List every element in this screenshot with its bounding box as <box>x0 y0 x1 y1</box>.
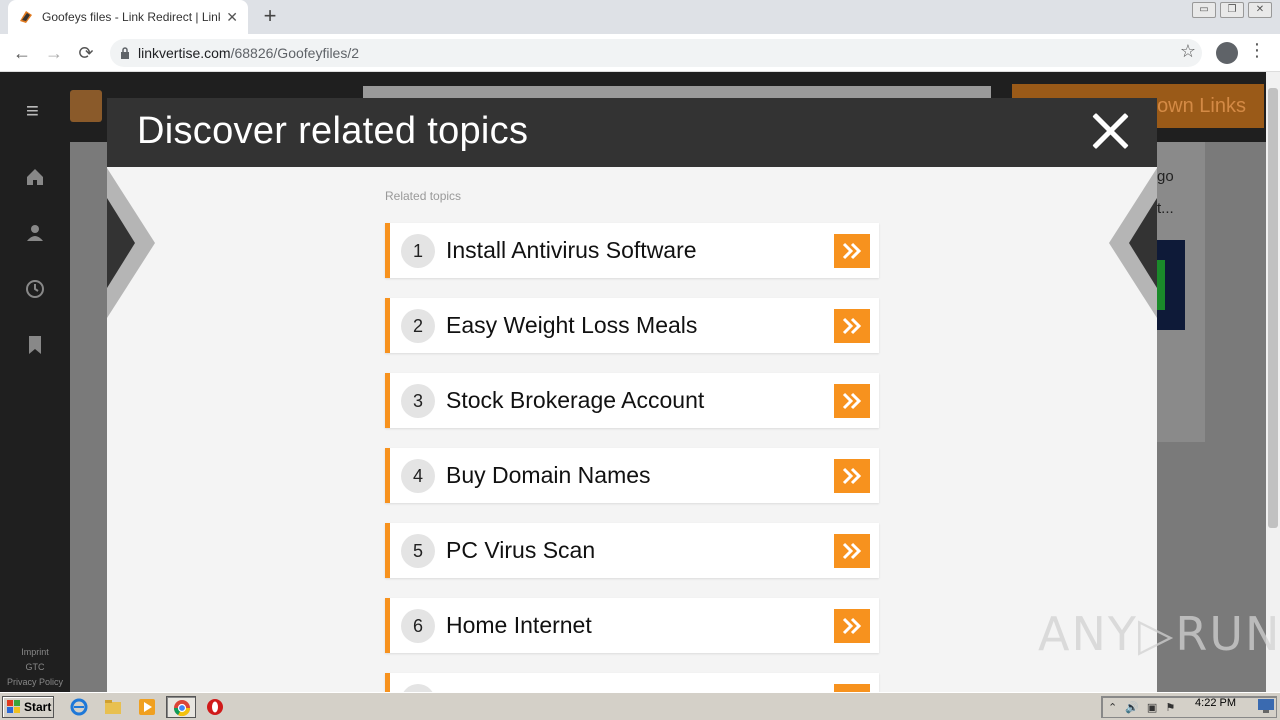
linkvertise-favicon-icon <box>18 9 34 25</box>
bookmark-icon[interactable] <box>24 334 46 356</box>
url-path: /68826/Goofeyfiles/2 <box>230 45 360 61</box>
topic-label: PC Virus Scan <box>446 537 596 563</box>
imprint-link[interactable]: Imprint <box>0 645 70 660</box>
scrollbar-thumb[interactable] <box>1268 88 1278 528</box>
site-logo[interactable] <box>70 90 102 122</box>
topic-item[interactable]: 5 PC Virus Scan <box>385 523 879 578</box>
url-text: linkvertise.com/68826/Goofeyfiles/2 <box>138 45 359 61</box>
tab-close-icon[interactable]: ✕ <box>226 9 238 26</box>
tab-title: Goofeys files - Link Redirect | Linkve <box>42 10 221 24</box>
taskbar-chrome-button[interactable] <box>166 696 196 718</box>
topic-number: 3 <box>401 383 435 418</box>
lock-icon <box>121 47 129 59</box>
address-bar[interactable]: linkvertise.com/68826/Goofeyfiles/2 <box>110 39 1202 67</box>
file-explorer-icon[interactable] <box>104 698 122 716</box>
double-chevron-right-icon <box>842 317 862 334</box>
minimize-button[interactable]: ▭ <box>1192 2 1216 18</box>
site-footer-links: Imprint GTC Privacy Policy <box>0 645 70 690</box>
related-topics-label: Related topics <box>385 189 462 203</box>
hamburger-menu-icon[interactable]: ≡ <box>26 98 39 124</box>
windows-taskbar: Start ⌃ 🔊 ▣ ⚑ 4:22 PM <box>0 692 1280 720</box>
double-chevron-right-icon <box>842 242 862 259</box>
forward-button[interactable]: → <box>42 41 66 65</box>
topic-item[interactable]: 3 Stock Brokerage Account <box>385 373 879 428</box>
close-icon[interactable] <box>1089 110 1131 152</box>
double-chevron-right-icon <box>842 392 862 409</box>
close-window-button[interactable]: ✕ <box>1248 2 1272 18</box>
sidebar-text-line: t... <box>1157 200 1174 217</box>
media-player-icon[interactable] <box>138 698 156 716</box>
browser-tab[interactable]: Goofeys files - Link Redirect | Linkve ✕ <box>8 0 248 34</box>
topic-number: 6 <box>401 608 435 643</box>
window-controls: ▭ ❐ ✕ <box>1192 2 1272 18</box>
topic-go-button[interactable] <box>834 383 870 418</box>
topic-label: Stock Brokerage Account <box>446 387 705 413</box>
ribbon-left-decoration-icon <box>107 168 155 318</box>
sidebar-text-line: go <box>1157 168 1174 185</box>
topic-go-button[interactable] <box>834 308 870 343</box>
taskbar-clock[interactable]: 4:22 PM <box>1195 697 1236 709</box>
topic-item[interactable]: 6 Home Internet <box>385 598 879 653</box>
double-chevron-right-icon <box>842 617 862 634</box>
double-chevron-right-icon <box>842 467 862 484</box>
topic-label: Home Internet <box>446 612 592 638</box>
profile-avatar-icon[interactable] <box>1216 42 1238 64</box>
topic-number: 4 <box>401 458 435 493</box>
double-chevron-right-icon <box>842 542 862 559</box>
page-scrollbar[interactable] <box>1266 72 1280 692</box>
history-icon[interactable] <box>24 278 46 300</box>
topic-go-button[interactable] <box>834 608 870 643</box>
internet-explorer-icon[interactable] <box>70 698 88 716</box>
action-center-flag-icon[interactable]: ⚑ <box>1165 701 1175 714</box>
topic-item[interactable]: 4 Buy Domain Names <box>385 448 879 503</box>
topic-number: 5 <box>401 533 435 568</box>
back-button[interactable]: ← <box>10 41 34 65</box>
topic-item[interactable] <box>385 673 879 692</box>
url-domain: linkvertise.com <box>138 45 231 61</box>
anyrun-watermark: ANY▷RUN <box>1038 607 1280 661</box>
modal-header: Discover related topics <box>107 98 1157 167</box>
topic-number: 2 <box>401 308 435 343</box>
gtc-link[interactable]: GTC <box>0 660 70 675</box>
site-left-rail: Imprint GTC Privacy Policy <box>0 142 70 692</box>
topic-item[interactable]: 1 Install Antivirus Software <box>385 223 879 278</box>
bookmark-star-icon[interactable]: ☆ <box>1180 41 1196 62</box>
topic-go-button[interactable] <box>834 533 870 568</box>
topic-go-button[interactable] <box>834 683 870 692</box>
topic-go-button[interactable] <box>834 233 870 268</box>
privacy-policy-link[interactable]: Privacy Policy <box>0 675 70 690</box>
topic-item[interactable]: 2 Easy Weight Loss Meals <box>385 298 879 353</box>
windows-flag-icon <box>7 700 20 713</box>
ribbon-right-decoration-icon <box>1109 168 1157 318</box>
system-tray: ⌃ 🔊 ▣ ⚑ <box>1101 696 1277 718</box>
opera-icon[interactable] <box>206 698 224 716</box>
topic-go-button[interactable] <box>834 458 870 493</box>
network-icon[interactable]: ▣ <box>1147 701 1157 714</box>
start-label: Start <box>24 700 52 714</box>
tray-expand-icon[interactable]: ⌃ <box>1108 701 1117 714</box>
reload-button[interactable]: ⟳ <box>74 41 98 65</box>
topic-label: Buy Domain Names <box>446 462 651 488</box>
volume-icon[interactable]: 🔊 <box>1125 701 1139 714</box>
home-icon[interactable] <box>24 166 46 188</box>
topic-label: Install Antivirus Software <box>446 237 697 263</box>
restore-button[interactable]: ❐ <box>1220 2 1244 18</box>
topic-label: Easy Weight Loss Meals <box>446 312 698 338</box>
show-desktop-icon[interactable] <box>1258 699 1274 713</box>
chrome-icon <box>173 700 191 717</box>
modal-title: Discover related topics <box>137 110 529 152</box>
related-topics-modal: Discover related topics Related topics 1… <box>107 98 1157 692</box>
start-button[interactable]: Start <box>2 696 54 718</box>
user-icon[interactable] <box>24 222 46 244</box>
browser-menu-icon[interactable]: ⋮ <box>1248 40 1266 61</box>
new-tab-button[interactable]: + <box>258 4 282 28</box>
sidebar-ad-accent <box>1157 260 1165 310</box>
browser-tab-strip: Goofeys files - Link Redirect | Linkve ✕… <box>0 0 1280 34</box>
topic-number <box>401 683 435 692</box>
browser-toolbar: ← → ⟳ linkvertise.com/68826/Goofeyfiles/… <box>0 34 1280 72</box>
topic-number: 1 <box>401 233 435 268</box>
